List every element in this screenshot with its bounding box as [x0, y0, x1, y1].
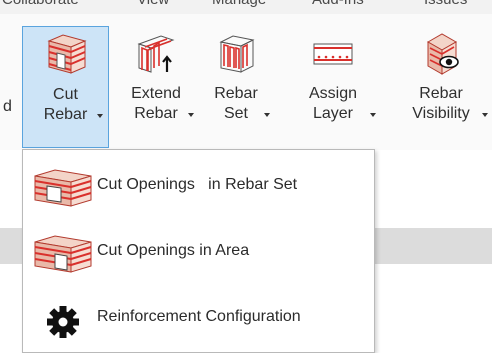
extend-rebar-label: Extend Rebar: [131, 85, 181, 122]
rebar-set-label: Rebar Set: [214, 85, 258, 122]
menu-item-label: Cut Openings in Area: [97, 242, 250, 259]
cut-rebar-button[interactable]: Cut Rebar: [22, 26, 109, 148]
gear-icon: [47, 306, 79, 338]
tab-view[interactable]: View: [137, 0, 169, 8]
chevron-down-icon: [370, 113, 376, 117]
menu-item-reinforcement-configuration[interactable]: Reinforcement Configuration: [23, 290, 374, 348]
rebar-set-button[interactable]: Rebar Set: [200, 26, 272, 148]
rebar-visibility-button[interactable]: Rebar Visibility: [398, 26, 488, 148]
rebar-visibility-icon: [426, 33, 459, 75]
assign-layer-button[interactable]: Assign Layer: [292, 26, 376, 148]
menu-item-label: Reinforcement Configuration: [97, 308, 301, 325]
chevron-down-icon: [97, 114, 103, 118]
assign-layer-label: Assign Layer: [308, 85, 358, 122]
partial-ribbon-label: d: [3, 98, 12, 115]
chevron-down-icon: [482, 113, 488, 117]
cut-rebar-label: Cut Rebar: [43, 86, 88, 123]
ribbon-panel: d Cut Rebar Extend Rebar Rebar Set Assig…: [0, 14, 492, 150]
tab-issues[interactable]: Issues: [424, 0, 467, 8]
menu-item-label: Cut Openings in Rebar Set: [97, 176, 298, 193]
chevron-down-icon: [188, 113, 194, 117]
tab-collaborate[interactable]: Collaborate: [2, 0, 79, 8]
rebar-set-icon: [219, 35, 255, 73]
chevron-down-icon: [264, 113, 270, 117]
tab-manage[interactable]: Manage: [212, 0, 266, 8]
cut-rebar-dropdown-menu: Cut Openings in Rebar Set Cut Openings i…: [22, 149, 375, 353]
menu-item-cut-openings-rebar-set[interactable]: Cut Openings in Rebar Set: [23, 158, 374, 216]
menu-item-cut-openings-area[interactable]: Cut Openings in Area: [23, 224, 374, 282]
extend-rebar-button[interactable]: Extend Rebar: [113, 26, 199, 148]
rebar-visibility-label: Rebar Visibility: [412, 85, 470, 122]
cut-rebar-icon: [46, 34, 87, 74]
cut-openings-area-icon: [34, 235, 92, 273]
menu-bar: Collaborate View Manage Add-Ins Issues: [0, 0, 492, 14]
tab-add-ins[interactable]: Add-Ins: [312, 0, 364, 8]
cut-openings-rebar-set-icon: [34, 169, 92, 207]
extend-rebar-icon: [137, 35, 175, 73]
assign-layer-icon: [313, 43, 353, 65]
